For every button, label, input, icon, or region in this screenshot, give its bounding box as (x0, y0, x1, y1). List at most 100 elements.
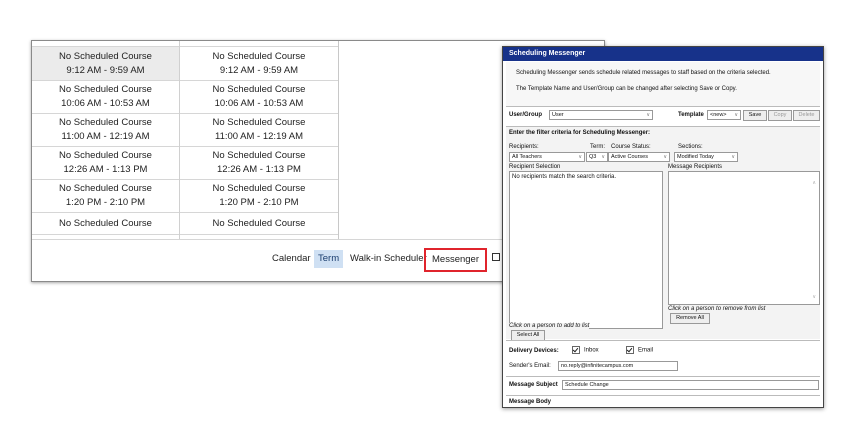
template-value: <new> (710, 112, 727, 118)
intro-section: Scheduling Messenger sends schedule rela… (506, 62, 820, 107)
remove-all-button[interactable]: Remove All (670, 313, 710, 324)
course-title: No Scheduled Course (59, 183, 152, 194)
recipients-label: Recipients: (509, 144, 539, 150)
user-group-value: User (552, 112, 564, 118)
term-select[interactable]: Q3 ∨ (586, 152, 608, 162)
course-title: No Scheduled Course (59, 117, 152, 128)
sender-row: Sender's Email: no.reply@infinitecampus.… (506, 361, 820, 373)
recipient-selection-label: Recipient Selection (509, 164, 561, 170)
chevron-down-icon: ∨ (663, 154, 667, 160)
messenger-body: Scheduling Messenger sends schedule rela… (506, 62, 820, 407)
period-cell[interactable]: No Scheduled Course (32, 213, 179, 235)
delete-button[interactable]: Delete (793, 110, 820, 121)
course-title: No Scheduled Course (59, 50, 152, 62)
period-cell[interactable]: No Scheduled Course 11:00 AM - 12:19 AM (180, 114, 338, 147)
course-time: 12:26 AM - 1:13 PM (63, 164, 148, 175)
walk-in-scheduler-button[interactable]: Walk-in Scheduler (346, 250, 431, 268)
period-cell[interactable]: No Scheduled Course 12:26 AM - 1:13 PM (32, 147, 179, 180)
filter-section: Enter the filter criteria for Scheduling… (506, 127, 820, 341)
period-cell[interactable]: No Scheduled Course (180, 213, 338, 235)
period-cell[interactable]: No Scheduled Course 1:20 PM - 2:10 PM (32, 180, 179, 213)
calendar-button[interactable]: Calendar (268, 250, 315, 268)
period-cell[interactable]: No Scheduled Course 10:06 AM - 10:53 AM (180, 81, 338, 114)
subject-row: Message Subject Schedule Change (506, 380, 820, 392)
course-time: 12:26 AM - 1:13 PM (217, 164, 301, 175)
course-status-label: Course Status: (611, 144, 651, 150)
period-cell[interactable]: No Scheduled Course 9:12 AM - 9:59 AM (32, 47, 179, 81)
term-label: Term: (590, 144, 605, 150)
sections-value: Modified Today (677, 154, 714, 160)
expand-icon[interactable] (492, 253, 500, 261)
inbox-option[interactable]: Inbox (572, 346, 599, 354)
template-label: Template (678, 112, 704, 118)
course-time: 10:06 AM - 10:53 AM (214, 98, 304, 109)
divider (506, 340, 820, 341)
course-time: 9:12 AM - 9:59 AM (66, 64, 145, 76)
chevron-down-icon: ∨ (731, 154, 735, 160)
course-title: No Scheduled Course (212, 117, 306, 128)
course-title: No Scheduled Course (212, 84, 306, 95)
schedule-column-1: No Scheduled Course 9:12 AM - 9:59 AM No… (32, 41, 180, 239)
recipients-select[interactable]: All Teachers ∨ (509, 152, 585, 162)
intro-text-1: Scheduling Messenger sends schedule rela… (516, 70, 771, 76)
divider (506, 376, 820, 377)
filter-heading: Enter the filter criteria for Scheduling… (509, 130, 651, 136)
save-button[interactable]: Save (743, 110, 767, 121)
subject-input[interactable]: Schedule Change (562, 380, 819, 390)
course-time: 10:06 AM - 10:53 AM (61, 98, 150, 109)
sections-label: Sections: (678, 144, 703, 150)
user-group-select[interactable]: User ∨ (549, 110, 653, 120)
course-time: 11:00 AM - 12:19 AM (61, 131, 150, 142)
sender-label: Sender's Email: (509, 363, 551, 369)
schedule-grid: No Scheduled Course 9:12 AM - 9:59 AM No… (32, 41, 339, 239)
body-section: Message Body ¶ B I U ≡ ≡ ≡ ≡ ⊞ ⊟ ∞ ▬ — A… (506, 398, 820, 407)
scheduling-messenger-window: Scheduling Messenger Scheduling Messenge… (502, 46, 824, 408)
course-time: 11:00 AM - 12:19 AM (214, 131, 303, 142)
recipient-selection-list[interactable]: No recipients match the search criteria. (509, 171, 663, 329)
sender-email-input[interactable]: no.reply@infinitecampus.com (558, 361, 678, 371)
add-hint: Click on a person to add to list (509, 323, 590, 329)
divider (506, 395, 820, 396)
messenger-button[interactable]: Messenger (424, 248, 487, 272)
user-group-label: User/Group (509, 112, 543, 118)
empty-message: No recipients match the search criteria. (512, 174, 617, 180)
schedule-column-2: No Scheduled Course 9:12 AM - 9:59 AM No… (180, 41, 339, 239)
window-title: Scheduling Messenger (503, 47, 823, 61)
delivery-label: Delivery Devices: (509, 348, 559, 354)
course-title: No Scheduled Course (212, 50, 306, 62)
body-label: Message Body (509, 399, 552, 405)
course-status-value: Active Courses (611, 154, 648, 160)
period-cell[interactable]: No Scheduled Course 10:06 AM - 10:53 AM (32, 81, 179, 114)
inbox-checkbox[interactable] (572, 346, 580, 354)
course-time: 9:12 AM - 9:59 AM (219, 64, 299, 76)
email-checkbox[interactable] (626, 346, 634, 354)
course-title: No Scheduled Course (212, 217, 306, 229)
period-cell[interactable]: No Scheduled Course 12:26 AM - 1:13 PM (180, 147, 338, 180)
course-title: No Scheduled Course (59, 84, 152, 95)
course-time: 1:20 PM - 2:10 PM (65, 197, 146, 208)
chevron-down-icon: ∨ (601, 154, 605, 160)
email-label: Email (638, 347, 654, 354)
template-select[interactable]: <new> ∨ (707, 110, 741, 120)
intro-text-2: The Template Name and User/Group can be … (516, 86, 737, 92)
sections-select[interactable]: Modified Today ∨ (674, 152, 738, 162)
email-option[interactable]: Email (626, 346, 653, 354)
delivery-row: Delivery Devices: Inbox Email (506, 346, 820, 358)
chevron-down-icon: ∨ (578, 154, 582, 160)
message-recipients-list[interactable]: ∧ ∨ (668, 171, 820, 305)
copy-button[interactable]: Copy (768, 110, 792, 121)
subject-label: Message Subject (509, 382, 558, 388)
recipients-value: All Teachers (512, 154, 542, 160)
course-title: No Scheduled Course (59, 150, 152, 161)
inbox-label: Inbox (584, 347, 599, 354)
scroll-down-icon[interactable]: ∨ (812, 294, 816, 300)
period-cell[interactable]: No Scheduled Course 1:20 PM - 2:10 PM (180, 180, 338, 213)
period-cell[interactable]: No Scheduled Course 11:00 AM - 12:19 AM (32, 114, 179, 147)
course-status-select[interactable]: Active Courses ∨ (608, 152, 670, 162)
scroll-up-icon[interactable]: ∧ (812, 180, 816, 186)
term-value: Q3 (589, 154, 597, 160)
period-cell[interactable]: No Scheduled Course 9:12 AM - 9:59 AM (180, 47, 338, 81)
term-button[interactable]: Term (314, 250, 344, 268)
template-row: User/Group User ∨ Template <new> ∨ Save … (506, 110, 820, 124)
course-time: 1:20 PM - 2:10 PM (219, 197, 299, 208)
